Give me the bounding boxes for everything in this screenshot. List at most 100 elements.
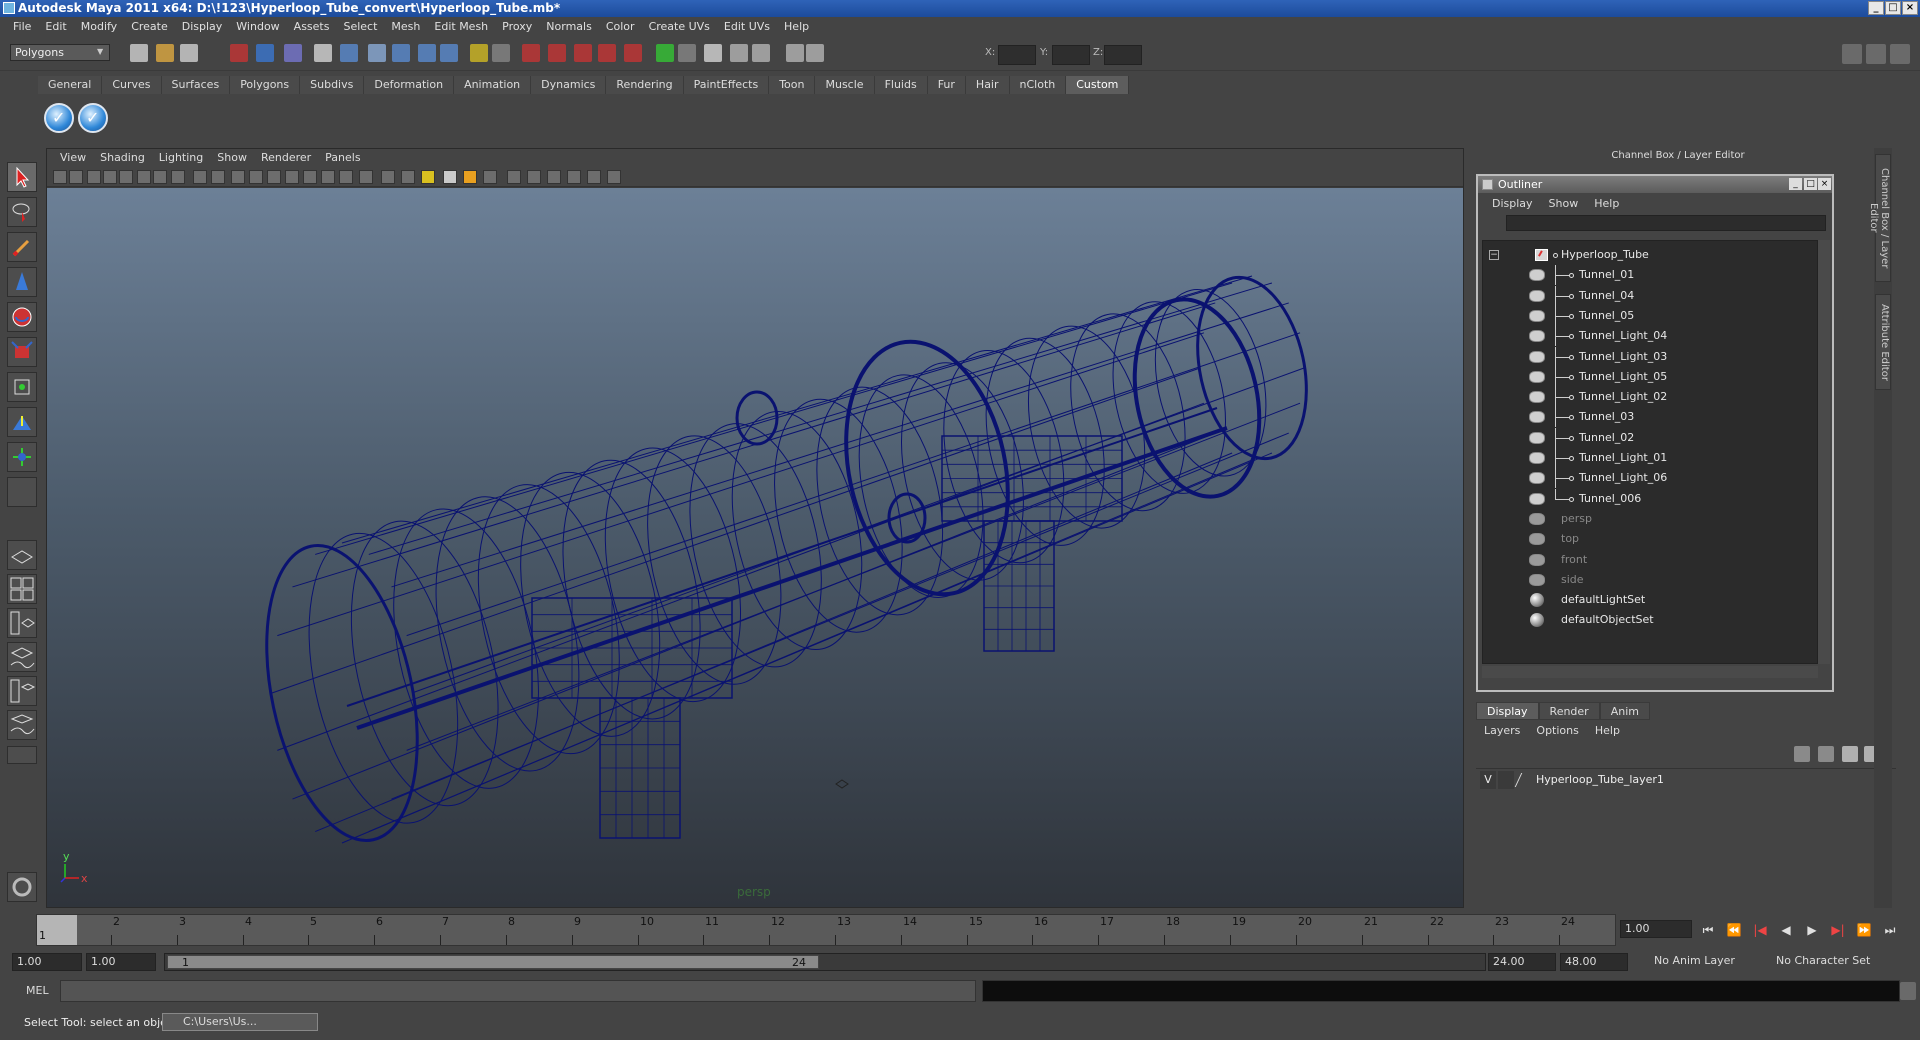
playback-end-field[interactable]: 24.00 (1488, 953, 1556, 971)
status-tool-icon-26[interactable] (806, 44, 824, 62)
outliner-item-hyperloop-tube[interactable]: − Hyperloop_Tube (1483, 245, 1817, 265)
menu-mesh[interactable]: Mesh (384, 17, 427, 36)
play-forwards-icon[interactable]: ▶ (1804, 922, 1820, 938)
status-tool-icon-2[interactable] (156, 44, 174, 62)
check-shelf-icon-1[interactable]: ✓ (44, 103, 74, 133)
range-slider-thumb[interactable]: 1 24 (167, 955, 819, 969)
outliner-vertical-scrollbar[interactable] (1818, 240, 1830, 664)
layer-display-type-toggle[interactable] (1498, 771, 1514, 789)
viewport-tool-icon-23[interactable] (463, 170, 477, 184)
status-tool-icon-4[interactable] (230, 44, 248, 62)
viewport-menu-panels[interactable]: Panels (318, 149, 367, 167)
status-tool-icon-21[interactable] (678, 44, 696, 62)
outliner-close-button[interactable]: × (1818, 178, 1831, 190)
shelf-tab-ncloth[interactable]: nCloth (1009, 76, 1067, 94)
playback-start-field[interactable]: 1.00 (86, 953, 156, 971)
shelf-tab-curves[interactable]: Curves (102, 76, 162, 94)
outliner-item-tunnel-light-02[interactable]: Tunnel_Light_02 (1483, 387, 1817, 408)
outliner-minimize-button[interactable]: _ (1789, 178, 1802, 190)
outliner-item-front[interactable]: front (1483, 550, 1817, 570)
status-tool-icon-1[interactable] (130, 44, 148, 62)
layer-visibility-toggle[interactable]: V (1480, 771, 1496, 789)
new-layer-empty-icon[interactable] (1794, 746, 1810, 762)
outliner-horizontal-scrollbar[interactable] (1482, 666, 1818, 678)
shelf-tab-toon[interactable]: Toon (769, 76, 816, 94)
shelf-tab-dynamics[interactable]: Dynamics (531, 76, 607, 94)
scale-tool-icon[interactable] (7, 337, 37, 367)
layer-tab-display[interactable]: Display (1476, 702, 1539, 720)
viewport-tool-icon-18[interactable] (359, 170, 373, 184)
viewport-tool-icon-12[interactable] (249, 170, 263, 184)
status-tool-icon-6[interactable] (284, 44, 302, 62)
menu-window[interactable]: Window (229, 17, 286, 36)
toolbox-settings-icon[interactable] (7, 872, 37, 902)
viewport-tool-icon-25[interactable] (507, 170, 521, 184)
layer-options-icon[interactable] (1842, 746, 1858, 762)
z-field[interactable] (1104, 45, 1142, 65)
status-tool-icon-19[interactable] (624, 44, 642, 62)
more-layouts-icon[interactable] (7, 746, 37, 764)
shelf-tab-painteffects[interactable]: PaintEffects (683, 76, 770, 94)
single-perspective-layout-icon[interactable] (7, 540, 37, 570)
outliner-item-tunnel-light-01[interactable]: Tunnel_Light_01 (1483, 448, 1817, 468)
viewport-tool-icon-14[interactable] (285, 170, 299, 184)
viewport-tool-icon-19[interactable] (381, 170, 395, 184)
menu-color[interactable]: Color (599, 17, 642, 36)
range-slider-track[interactable]: 1 24 (164, 953, 1486, 971)
outliner-item-persp[interactable]: persp (1483, 509, 1817, 529)
maximize-button[interactable]: □ (1885, 1, 1901, 15)
minimize-button[interactable]: _ (1868, 1, 1884, 15)
menu-create-uvs[interactable]: Create UVs (642, 17, 717, 36)
outliner-item-tunnel-01[interactable]: Tunnel_01 (1483, 265, 1817, 286)
anim-layer-dropdown[interactable]: No Anim Layer (1650, 953, 1762, 971)
viewport-tool-icon-8[interactable] (171, 170, 185, 184)
status-tool-icon-14[interactable] (492, 44, 510, 62)
step-back-icon[interactable]: ⏪ (1726, 922, 1742, 938)
outliner-menu-help[interactable]: Help (1586, 197, 1627, 210)
shelf-tab-fluids[interactable]: Fluids (874, 76, 928, 94)
viewport-tool-icon-17[interactable] (339, 170, 353, 184)
viewport-tool-icon-3[interactable] (87, 170, 101, 184)
status-tool-icon-24[interactable] (752, 44, 770, 62)
viewport-tool-icon-11[interactable] (231, 170, 245, 184)
status-tool-icon-10[interactable] (392, 44, 410, 62)
persp-graph-layout-icon[interactable] (7, 642, 37, 672)
shelf-tab-custom[interactable]: Custom (1066, 76, 1130, 94)
menu-edit-uvs[interactable]: Edit UVs (717, 17, 777, 36)
menu-proxy[interactable]: Proxy (495, 17, 539, 36)
status-tool-icon-22[interactable] (704, 44, 722, 62)
viewport-tool-icon-30[interactable] (607, 170, 621, 184)
shelf-tab-rendering[interactable]: Rendering (606, 76, 684, 94)
outliner-item-top[interactable]: top (1483, 529, 1817, 549)
go-to-end-icon[interactable]: ⏭ (1882, 922, 1898, 938)
viewport-menu-renderer[interactable]: Renderer (254, 149, 318, 167)
status-tool-icon-23[interactable] (730, 44, 748, 62)
viewport-tool-icon-1[interactable] (53, 170, 67, 184)
command-input[interactable] (60, 980, 976, 1002)
y-field[interactable] (1052, 45, 1090, 65)
channel-box-toggle-icon[interactable] (1866, 44, 1886, 64)
step-forward-icon[interactable]: ⏩ (1856, 922, 1872, 938)
viewport-tool-icon-2[interactable] (69, 170, 83, 184)
menu-edit-mesh[interactable]: Edit Mesh (427, 17, 495, 36)
outliner-item-tunnel-light-05[interactable]: Tunnel_Light_05 (1483, 366, 1817, 387)
layer-menu-layers[interactable]: Layers (1476, 722, 1528, 740)
status-tool-icon-9[interactable] (368, 44, 386, 62)
status-tool-icon-11[interactable] (418, 44, 436, 62)
layer-menu-options[interactable]: Options (1528, 722, 1586, 740)
viewport-tool-icon-10[interactable] (211, 170, 225, 184)
character-set-dropdown[interactable]: No Character Set (1772, 953, 1896, 971)
viewport-canvas[interactable]: y x persp (47, 188, 1463, 907)
viewport-tool-icon-21[interactable] (421, 170, 435, 184)
paint-select-tool-icon[interactable] (7, 232, 37, 262)
outliner-menu-show[interactable]: Show (1541, 197, 1587, 210)
x-field[interactable] (998, 45, 1036, 65)
command-language-label[interactable]: MEL (26, 984, 49, 997)
go-to-start-icon[interactable]: ⏮ (1700, 922, 1716, 938)
viewport-tool-icon-27[interactable] (547, 170, 561, 184)
lasso-tool-icon[interactable] (7, 197, 37, 227)
outliner-item-defaultobjectset[interactable]: defaultObjectSet (1483, 610, 1817, 630)
outliner-item-defaultlightset[interactable]: defaultLightSet (1483, 590, 1817, 610)
viewport-tool-icon-9[interactable] (193, 170, 207, 184)
status-tool-icon-15[interactable] (522, 44, 540, 62)
